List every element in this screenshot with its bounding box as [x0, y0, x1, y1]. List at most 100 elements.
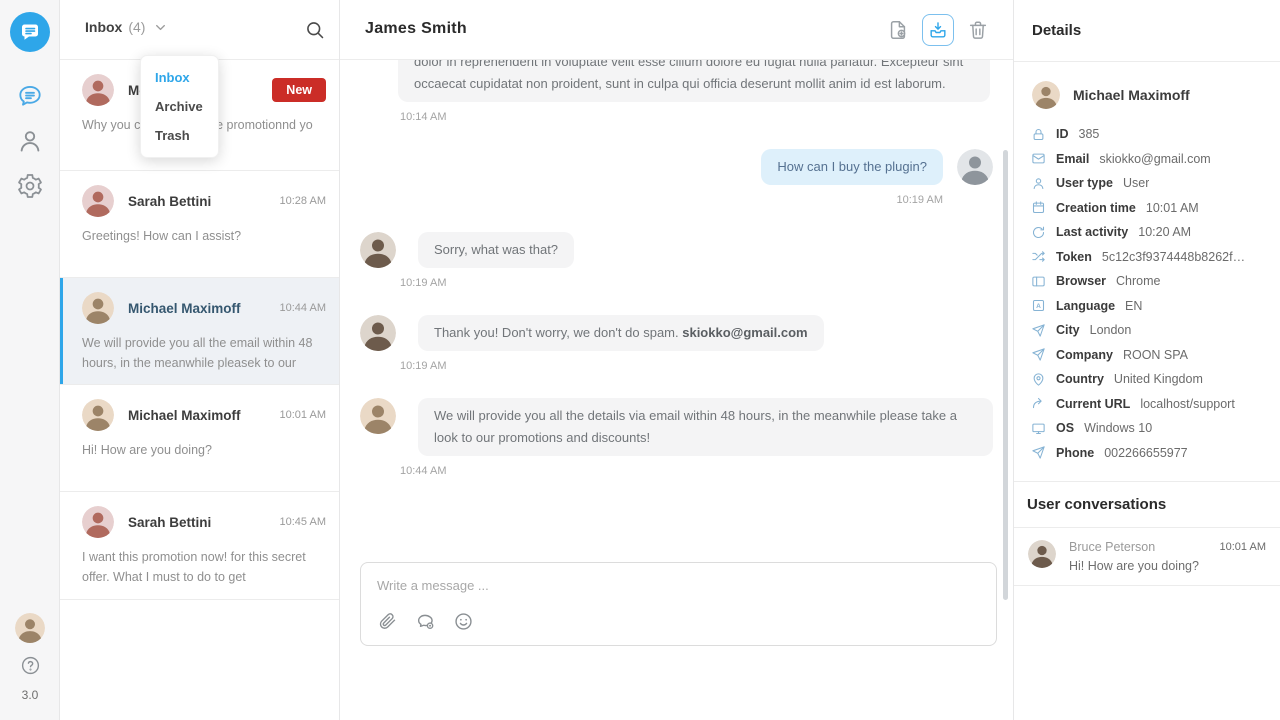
chat-message: We will provide you all the details via … — [360, 398, 993, 477]
conversation-name: Sarah Bettini — [128, 515, 266, 530]
conversation-preview: Greetings! How can I assist? — [82, 226, 326, 246]
search-icon[interactable] — [305, 20, 325, 40]
detail-label: OS — [1056, 421, 1074, 435]
avatar — [957, 149, 993, 185]
paperclip-icon[interactable] — [377, 611, 398, 632]
conversation-list-item[interactable]: Sarah Bettini10:28 AMGreetings! How can … — [60, 171, 339, 278]
message-list: dolor in reprehenderit in voluptate veli… — [340, 60, 1013, 610]
avatar — [82, 399, 114, 431]
svg-text:A: A — [1036, 303, 1041, 310]
share-arrow-icon — [1031, 396, 1046, 411]
chevron-down-icon — [154, 21, 167, 34]
chat-message: How can I buy the plugin? 10:19 AM — [360, 149, 993, 206]
conversation-time: 10:01 AM — [280, 409, 326, 421]
detail-label: Language — [1056, 299, 1115, 313]
note-add-icon[interactable] — [887, 19, 909, 41]
detail-row: CompanyROON SPA — [1031, 348, 1264, 362]
chat-title: James Smith — [365, 20, 467, 38]
detail-value: United Kingdom — [1114, 372, 1203, 386]
canned-response-icon[interactable] — [415, 611, 436, 632]
dropdown-item-archive[interactable]: Archive — [141, 92, 218, 121]
conversation-preview: We will provide you all the email within… — [82, 333, 326, 373]
map-pin-icon — [1031, 372, 1046, 387]
avatar — [82, 74, 114, 106]
trash-icon[interactable] — [967, 19, 989, 41]
profile-avatar[interactable] — [15, 613, 45, 643]
calendar-icon — [1031, 200, 1046, 215]
message-text: We will provide you all the details via … — [434, 408, 957, 445]
detail-value: ROON SPA — [1123, 348, 1188, 362]
user-conversations-title: User conversations — [1014, 481, 1280, 528]
conversation-list-item[interactable]: Michael Maximoff 10:44 AM We will provide … — [60, 278, 339, 385]
conversation-list-item[interactable]: Michael Maximoff10:01 AMHi! How are you … — [60, 385, 339, 492]
detail-fields: ID385Emailskiokko@gmail.comUser typeUser… — [1014, 122, 1280, 460]
refresh-icon — [1031, 225, 1046, 240]
detail-value: London — [1090, 323, 1132, 337]
message-text: Thank you! Don't worry, we don't do spam… — [434, 325, 682, 340]
avatar — [1028, 540, 1056, 568]
monitor-icon — [1031, 421, 1046, 436]
detail-row: OS Windows 10 — [1031, 421, 1264, 435]
avatar — [82, 185, 114, 217]
chat-logo-icon — [18, 20, 42, 44]
message-bubble: How can I buy the plugin? — [761, 149, 943, 185]
conversations-icon[interactable] — [16, 82, 44, 110]
detail-label: Browser — [1056, 274, 1106, 288]
conversation-time: 10:44 AM — [280, 302, 326, 314]
browser-icon — [1031, 274, 1046, 289]
help-icon[interactable] — [20, 655, 41, 676]
app-rail: 3.0 — [0, 0, 60, 720]
detail-row: Phone 002266655977 — [1031, 446, 1264, 460]
shuffle-icon — [1031, 249, 1046, 264]
avatar — [82, 506, 114, 538]
lock-icon — [1031, 127, 1046, 142]
detail-label: User type — [1056, 176, 1113, 190]
detail-value: 002266655977 — [1104, 446, 1187, 460]
detail-value: User — [1123, 176, 1149, 190]
dropdown-item-inbox[interactable]: Inbox — [141, 63, 218, 92]
avatar — [82, 292, 114, 324]
settings-icon[interactable] — [16, 172, 44, 200]
conversations-panel: Inbox (4) Melissa SattaNewWhy you can no… — [60, 0, 340, 720]
detail-value: Windows 10 — [1084, 421, 1152, 435]
message-bold-text: skiokko@gmail.com — [682, 325, 807, 340]
folder-dropdown-trigger[interactable]: Inbox (4) — [85, 19, 167, 35]
message-bubble: We will provide you all the details via … — [418, 398, 993, 456]
conversation-time: 10:45 AM — [280, 516, 326, 528]
message-time: 10:19 AM — [360, 277, 993, 289]
detail-row: User type User — [1031, 176, 1264, 190]
detail-row: Current URLlocalhost/support — [1031, 397, 1264, 411]
user-conversation-list: Bruce Peterson10:01 AMHi! How are you do… — [1014, 528, 1280, 586]
detail-row: Creation time10:01 AM — [1031, 201, 1264, 215]
detail-row: Last activity10:20 AM — [1031, 225, 1264, 239]
detail-label: Token — [1056, 250, 1092, 264]
detail-label: Phone — [1056, 446, 1094, 460]
conversations-header: Inbox (4) — [60, 0, 339, 60]
users-icon[interactable] — [16, 127, 44, 155]
detail-value: 385 — [1079, 127, 1100, 141]
details-user: Michael Maximoff — [1014, 62, 1280, 122]
detail-row: ID385 — [1031, 127, 1264, 141]
message-bubble: Sorry, what was that? — [418, 232, 574, 268]
user-icon — [1031, 176, 1046, 191]
archive-download-icon[interactable] — [922, 14, 954, 46]
details-panel: Details Michael Maximoff ID385Emailskiok… — [1013, 0, 1280, 720]
user-name: Michael Maximoff — [1073, 87, 1190, 103]
conversation-name: Sarah Bettini — [128, 194, 266, 209]
message-time: 10:19 AM — [360, 194, 993, 206]
conversation-name: Michael Maximoff — [128, 301, 266, 316]
smiley-icon[interactable] — [453, 611, 474, 632]
chat-message: dolor in reprehenderit in voluptate veli… — [360, 60, 993, 123]
detail-row: CountryUnited Kingdom — [1031, 372, 1264, 386]
user-conversation-name: Bruce Peterson — [1069, 540, 1220, 554]
chat-scrollbar[interactable] — [1003, 150, 1008, 600]
user-conversation-item[interactable]: Bruce Peterson10:01 AMHi! How are you do… — [1014, 528, 1280, 586]
detail-value: skiokko@gmail.com — [1099, 152, 1210, 166]
message-input[interactable]: Write a message ... — [361, 563, 996, 593]
dropdown-item-trash[interactable]: Trash — [141, 121, 218, 150]
message-bubble: Thank you! Don't worry, we don't do spam… — [418, 315, 824, 351]
new-badge: New — [272, 78, 326, 102]
chat-header: James Smith — [340, 0, 1013, 60]
conversation-list-item[interactable]: Sarah Bettini10:45 AMI want this promoti… — [60, 492, 339, 600]
detail-label: Last activity — [1056, 225, 1128, 239]
